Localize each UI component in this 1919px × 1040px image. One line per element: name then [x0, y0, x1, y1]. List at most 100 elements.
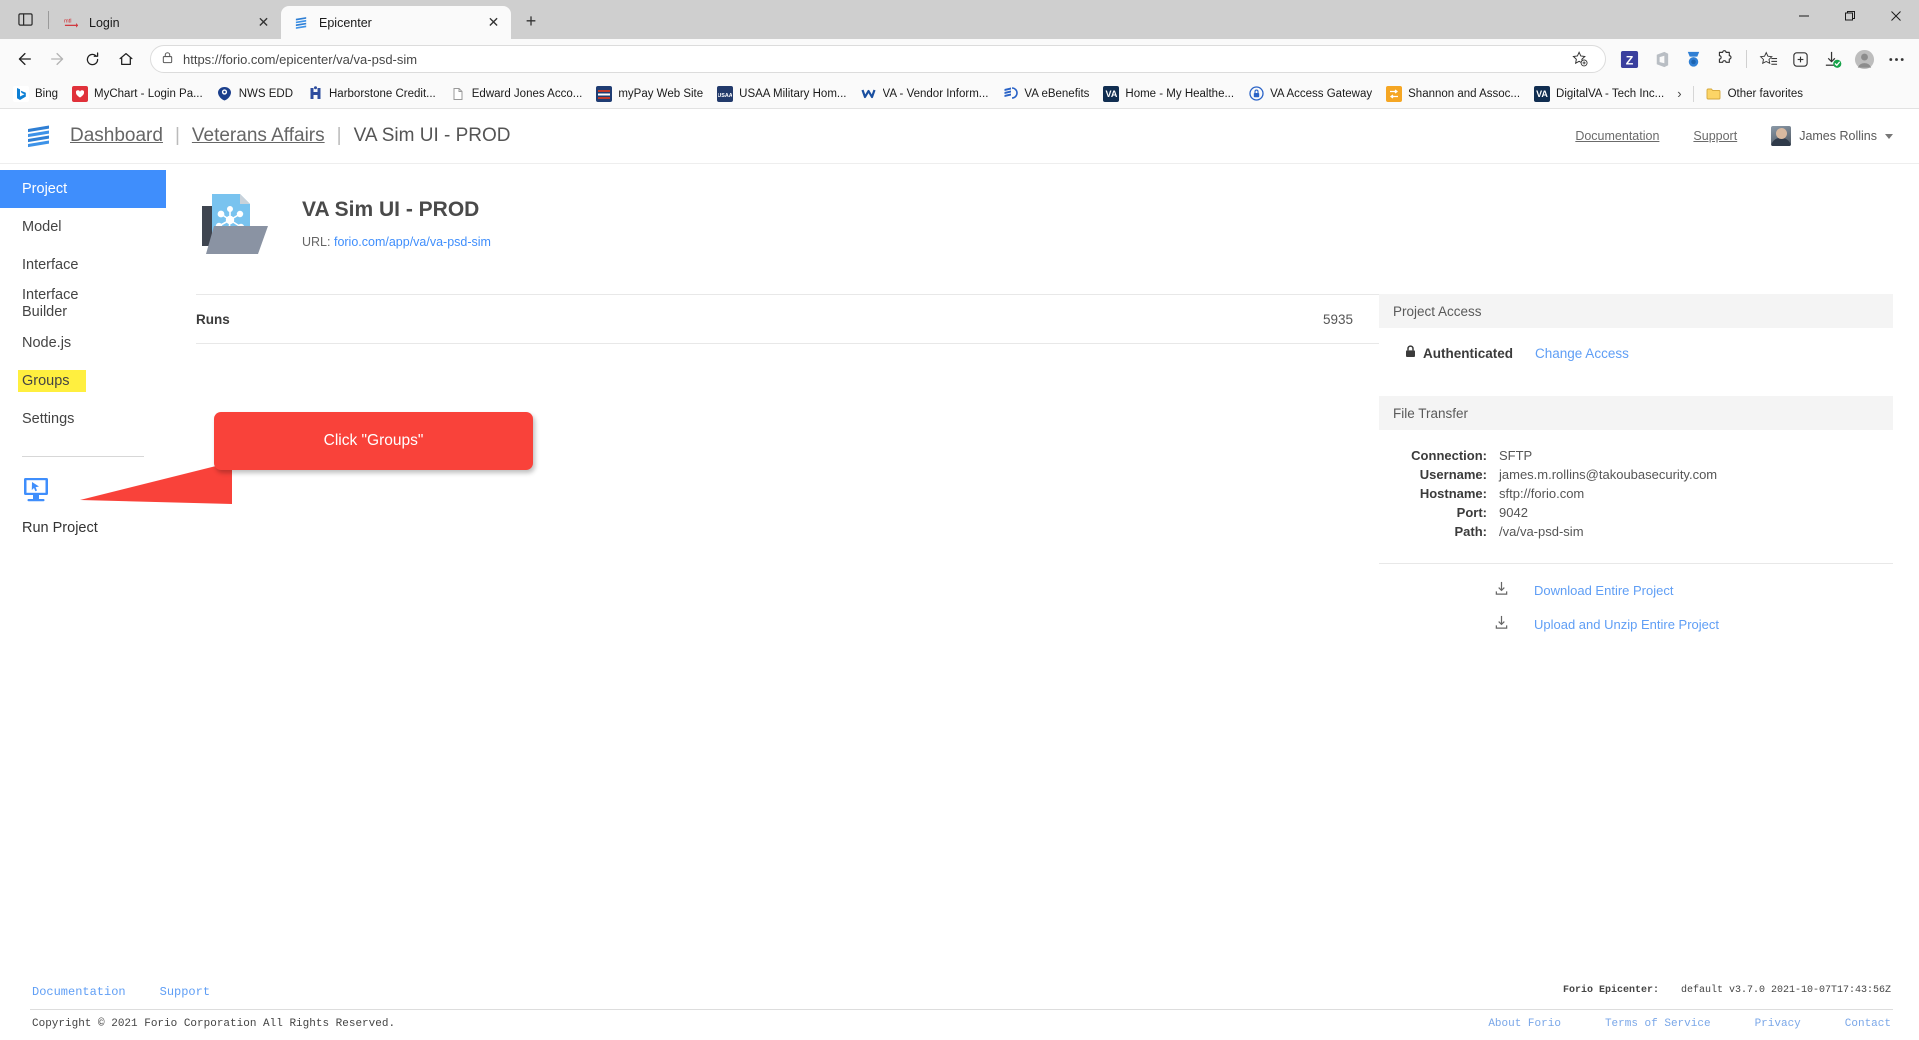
forward-icon[interactable]	[42, 43, 74, 75]
upload-project-row[interactable]: Upload and Unzip Entire Project	[1379, 599, 1893, 633]
bookmarks-divider	[1692, 85, 1694, 102]
change-access-link[interactable]: Change Access	[1535, 346, 1629, 361]
sidebar-item-interface-builder[interactable]: Interface Builder	[0, 284, 166, 324]
back-icon[interactable]	[8, 43, 40, 75]
runs-count: 5935	[1322, 311, 1353, 327]
bookmark-item[interactable]: USAA USAA Military Hom...	[710, 83, 853, 105]
downloads-complete-icon[interactable]	[1817, 44, 1847, 74]
project-access-header: Project Access	[1379, 294, 1893, 328]
home-icon[interactable]	[110, 43, 142, 75]
va-icon: VA	[1534, 85, 1551, 102]
navigation-toolbar: https://forio.com/epicenter/va/va-psd-si…	[0, 39, 1919, 79]
other-favorites-button[interactable]: Other favorites	[1699, 83, 1810, 105]
collections-add-icon[interactable]	[1785, 44, 1815, 74]
sidebar-item-groups[interactable]: Groups	[0, 362, 166, 400]
project-access-title: Project Access	[1393, 303, 1482, 319]
project-meta: VA Sim UI - PROD URL: forio.com/app/va/v…	[302, 184, 491, 249]
breadcrumb-current: VA Sim UI - PROD	[353, 125, 511, 146]
sidebar-divider	[22, 456, 144, 457]
file-transfer-title: File Transfer	[1393, 405, 1469, 421]
bookmark-item[interactable]: MyChart - Login Pa...	[65, 83, 210, 105]
privacy-link[interactable]: Privacy	[1755, 1018, 1801, 1030]
footer-legal-links: About Forio Terms of Service Privacy Con…	[1488, 1018, 1893, 1030]
close-icon[interactable]: ✕	[254, 13, 273, 32]
runs-row[interactable]: Runs 5935	[196, 294, 1379, 344]
footer-support-link[interactable]: Support	[160, 985, 210, 999]
bookmark-item[interactable]: Edward Jones Acco...	[443, 83, 590, 105]
project-url-link[interactable]: forio.com/app/va/va-psd-sim	[334, 235, 491, 249]
status-badge: Authenticated	[1405, 345, 1513, 361]
minimize-button[interactable]	[1781, 0, 1827, 32]
callout-text: Click "Groups"	[323, 432, 424, 449]
bookmark-item[interactable]: VA Access Gateway	[1241, 83, 1379, 105]
field-key: Path:	[1454, 524, 1488, 539]
favorites-icon[interactable]	[1753, 44, 1783, 74]
support-link[interactable]: Support	[1693, 129, 1737, 143]
va-icon: VA	[1103, 85, 1120, 102]
sidebar-item-nodejs[interactable]: Node.js	[0, 324, 166, 362]
field-value: /va/va-psd-sim	[1499, 524, 1584, 539]
field-value: 9042	[1499, 505, 1528, 520]
new-tab-button[interactable]: +	[516, 6, 546, 36]
bookmark-item[interactable]: myPay Web Site	[589, 83, 710, 105]
bookmark-item[interactable]: NWS EDD	[210, 83, 300, 105]
download-project-row[interactable]: Download Entire Project	[1379, 564, 1893, 599]
field-value: SFTP	[1499, 448, 1533, 463]
office-icon[interactable]	[1646, 44, 1676, 74]
breadcrumb-dashboard[interactable]: Dashboard	[70, 125, 163, 147]
browser-tab-epicenter[interactable]: Epicenter ✕	[281, 6, 511, 39]
about-forio-link[interactable]: About Forio	[1488, 1018, 1561, 1030]
address-bar-url: https://forio.com/epicenter/va/va-psd-si…	[183, 51, 418, 67]
download-entire-project-link[interactable]: Download Entire Project	[1534, 583, 1673, 598]
add-favorite-icon[interactable]	[1565, 44, 1595, 74]
medal-icon[interactable]	[1678, 44, 1708, 74]
footer-documentation-link[interactable]: Documentation	[32, 985, 126, 999]
extensions-icon[interactable]	[1710, 44, 1740, 74]
sidebar-item-settings[interactable]: Settings	[0, 400, 166, 438]
page-footer: Documentation Support Forio Epicenter: d…	[0, 985, 1919, 1040]
bookmark-item[interactable]: VA Home - My Healthe...	[1096, 83, 1241, 105]
bookmark-label: VA Access Gateway	[1270, 87, 1373, 100]
sidebar-item-project[interactable]: Project	[0, 170, 166, 208]
user-menu[interactable]: James Rollins	[1771, 126, 1893, 146]
profile-icon[interactable]	[1849, 44, 1879, 74]
close-icon[interactable]: ✕	[484, 13, 503, 32]
sidebar-item-model[interactable]: Model	[0, 208, 166, 246]
main-content: VA Sim UI - PROD URL: forio.com/app/va/v…	[166, 164, 1919, 985]
bookmarks-overflow-icon[interactable]: ›	[1671, 83, 1687, 104]
page-content: Dashboard | Veterans Affairs | VA Sim UI…	[0, 109, 1919, 1040]
breadcrumb-account[interactable]: Veterans Affairs	[192, 125, 325, 147]
run-project-label: Run Project	[22, 520, 98, 536]
sidebar-item-label: Settings	[22, 411, 75, 427]
close-window-button[interactable]	[1873, 0, 1919, 32]
bookmark-item[interactable]: Harborstone Credit...	[300, 83, 443, 105]
settings-more-icon[interactable]	[1881, 44, 1911, 74]
bookmark-item[interactable]: Bing	[6, 83, 65, 105]
reload-icon[interactable]	[76, 43, 108, 75]
mychart-icon: mtl	[63, 14, 80, 31]
download-icon	[1494, 581, 1509, 599]
browser-tab-login[interactable]: mtl Login ✕	[51, 6, 281, 39]
bookmark-item[interactable]: Shannon and Assoc...	[1379, 83, 1527, 105]
svg-text:USAA: USAA	[718, 92, 732, 98]
forio-logo-icon[interactable]	[26, 123, 52, 149]
terms-of-service-link[interactable]: Terms of Service	[1605, 1018, 1711, 1030]
ebenefits-icon	[1002, 86, 1018, 102]
bookmark-item[interactable]: VA DigitalVA - Tech Inc...	[1527, 83, 1671, 105]
documentation-link[interactable]: Documentation	[1575, 129, 1659, 143]
monitor-cursor-icon	[22, 478, 52, 507]
copyright-text: Copyright © 2021 Forio Corporation All R…	[32, 1018, 396, 1030]
sidebar-item-label: Groups	[18, 370, 86, 392]
bookmark-item[interactable]: VA - Vendor Inform...	[854, 83, 996, 105]
app-header: Dashboard | Veterans Affairs | VA Sim UI…	[0, 109, 1919, 164]
mypay-icon	[596, 85, 613, 102]
zotero-icon[interactable]: Z	[1614, 44, 1644, 74]
upload-unzip-entire-project-link[interactable]: Upload and Unzip Entire Project	[1534, 617, 1719, 632]
bookmark-label: Harborstone Credit...	[329, 87, 436, 100]
tab-search-icon[interactable]	[4, 0, 46, 39]
contact-link[interactable]: Contact	[1845, 1018, 1891, 1030]
bookmark-item[interactable]: VA eBenefits	[995, 83, 1096, 105]
address-bar[interactable]: https://forio.com/epicenter/va/va-psd-si…	[150, 45, 1606, 73]
sidebar-item-interface[interactable]: Interface	[0, 246, 166, 284]
maximize-button[interactable]	[1827, 0, 1873, 32]
